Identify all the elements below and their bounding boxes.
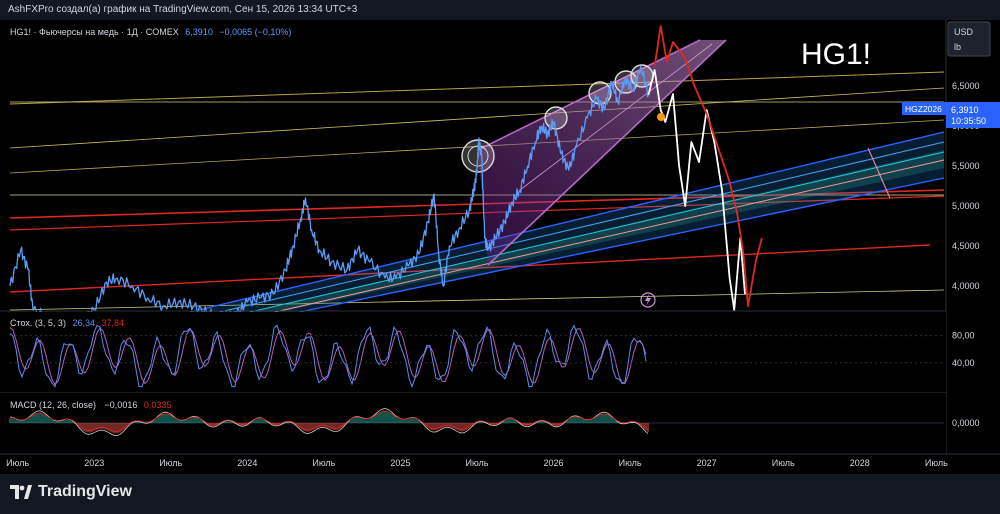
y-tick-label: 6,5000 bbox=[952, 81, 980, 91]
top-attribution-bar: AshFXPro создал(а) график на TradingView… bbox=[0, 0, 1000, 20]
time-axis[interactable]: Июль 2023 Июль 2024 Июль 2025 Июль 2026 Июль 2027… bbox=[6, 458, 948, 468]
chart-canvas[interactable]: HG1! HG1! · Фьючерсы на медь · 1Д · COME… bbox=[0, 20, 1000, 474]
stochastic-pane[interactable]: Стох. (3, 5, 3) 26,34 37,84 80,00 40,00 bbox=[0, 312, 975, 392]
peak-marker bbox=[544, 106, 568, 130]
stoch-label: Стох. (3, 5, 3) bbox=[10, 318, 66, 328]
watermark-symbol: HG1! bbox=[801, 38, 871, 71]
tradingview-brand: TradingView bbox=[38, 483, 132, 500]
x-tick-label: Июль bbox=[466, 458, 489, 468]
stoch-d-value: 37,84 bbox=[102, 318, 125, 328]
macd-tick: 0,0000 bbox=[952, 418, 980, 428]
dividend-marker[interactable] bbox=[657, 113, 665, 121]
x-tick-label: 2026 bbox=[544, 458, 564, 468]
legend-symbol[interactable]: HG1! · Фьючерсы на медь · 1Д · COMEX 6,3… bbox=[10, 27, 291, 37]
stoch-legend[interactable]: Стох. (3, 5, 3) 26,34 37,84 bbox=[10, 318, 124, 328]
macd-signal-value: 0,0335 bbox=[144, 400, 172, 410]
x-tick-label: 2025 bbox=[390, 458, 410, 468]
macd-legend[interactable]: MACD (12, 26, close) −0,0016 0,0335 bbox=[10, 400, 171, 410]
x-tick-label: 2028 bbox=[850, 458, 870, 468]
x-tick-label: Июль bbox=[619, 458, 642, 468]
macd-label: MACD (12, 26, close) bbox=[10, 400, 96, 410]
x-tick-label: 2024 bbox=[237, 458, 257, 468]
peak-marker bbox=[630, 64, 654, 88]
tradingview-logo[interactable]: TradingView bbox=[10, 483, 132, 501]
x-tick-label: Июль bbox=[159, 458, 182, 468]
price-tag-value: 6,3910 bbox=[951, 105, 979, 115]
stoch-k-value: 26,34 bbox=[72, 318, 95, 328]
currency-unit: USD bbox=[954, 27, 974, 37]
tradingview-logo-icon bbox=[10, 485, 32, 499]
x-tick-label: 2027 bbox=[697, 458, 717, 468]
currency-sub: lb bbox=[954, 42, 961, 52]
x-tick-label: Июль bbox=[772, 458, 795, 468]
legend-change: −0,0065 (−0,10%) bbox=[219, 27, 291, 37]
y-tick-label: 4,0000 bbox=[952, 281, 980, 291]
y-tick-label: 5,5000 bbox=[952, 161, 980, 171]
x-tick-label: Июль bbox=[312, 458, 335, 468]
macd-hist-value: −0,0016 bbox=[105, 400, 138, 410]
attribution-text: AshFXPro создал(а) график на TradingView… bbox=[8, 4, 358, 15]
price-tag-countdown: 10:35:50 bbox=[951, 116, 986, 126]
x-tick-label: Июль bbox=[6, 458, 29, 468]
y-tick-label: 4,5000 bbox=[952, 241, 980, 251]
stoch-tick-label: 80,00 bbox=[952, 331, 975, 341]
stoch-tick-label: 40,00 bbox=[952, 358, 975, 368]
x-tick-label: Июль bbox=[925, 458, 948, 468]
legend-symbol-name: HG1! · Фьючерсы на медь · 1Д · COMEX bbox=[10, 27, 179, 37]
y-tick-label: 5,0000 bbox=[952, 201, 980, 211]
contract-tag-label: HGZ2026 bbox=[905, 104, 942, 114]
legend-last: 6,3910 bbox=[185, 27, 213, 37]
macd-pane[interactable]: MACD (12, 26, close) −0,0016 0,0335 0,00… bbox=[0, 393, 980, 453]
x-tick-label: 2023 bbox=[84, 458, 104, 468]
footer-bar bbox=[0, 474, 1000, 514]
